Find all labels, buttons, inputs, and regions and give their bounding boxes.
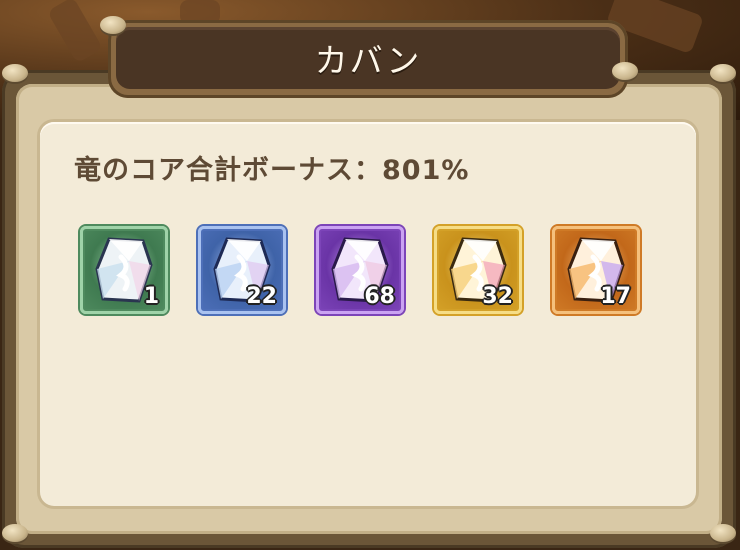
title-bolt-icon: [100, 16, 126, 34]
core-slot-green[interactable]: 1: [80, 226, 168, 314]
core-count: 22: [246, 284, 277, 309]
total-bonus-label: 竜のコア合計ボーナス：801%: [74, 155, 470, 186]
core-count: 1: [143, 284, 159, 309]
core-slot-orange[interactable]: 17: [552, 226, 640, 314]
dragon-core-list: 1 22 68 32 17: [80, 226, 640, 314]
frame-bolt-icon: [710, 524, 736, 542]
core-count: 17: [600, 284, 631, 309]
window-title: カバン: [314, 41, 422, 80]
core-count: 32: [482, 284, 513, 309]
window-title-inner: カバン: [116, 27, 620, 89]
core-slot-purple[interactable]: 68: [316, 226, 404, 314]
frame-bolt-icon: [2, 64, 28, 82]
core-count: 68: [364, 284, 395, 309]
core-slot-gold[interactable]: 32: [434, 226, 522, 314]
core-slot-blue[interactable]: 22: [198, 226, 286, 314]
frame-bolt-icon: [710, 64, 736, 82]
frame-bolt-icon: [2, 524, 28, 542]
title-bolt-icon: [612, 62, 638, 80]
window-title-tab: カバン: [108, 20, 628, 98]
